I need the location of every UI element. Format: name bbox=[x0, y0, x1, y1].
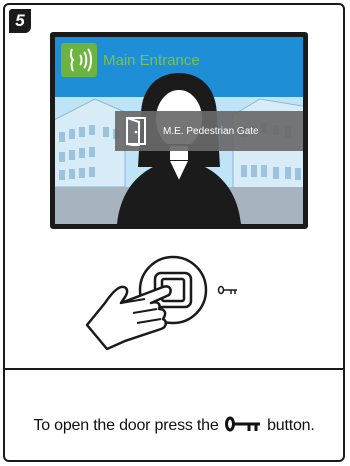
pointing-hand-icon bbox=[85, 255, 237, 351]
key-icon bbox=[217, 285, 237, 295]
gate-label: M.E. Pedestrian Gate bbox=[163, 125, 259, 137]
instruction-text: To open the door press the button. bbox=[5, 416, 343, 435]
key-icon bbox=[224, 416, 260, 432]
door-icon bbox=[126, 116, 146, 146]
speaking-head-icon bbox=[61, 43, 97, 77]
step-card: 5 Main Entrance M.E. Pedestrian Gate To … bbox=[3, 3, 345, 462]
screen-title: Main Entrance bbox=[103, 51, 200, 69]
section-divider bbox=[5, 368, 343, 370]
gate-banner[interactable]: M.E. Pedestrian Gate bbox=[115, 111, 303, 151]
instruction-before: To open the door press the bbox=[33, 417, 219, 434]
screen-header: Main Entrance bbox=[61, 43, 200, 77]
step-badge: 5 bbox=[9, 9, 31, 33]
intercom-screen: Main Entrance M.E. Pedestrian Gate bbox=[50, 32, 308, 229]
instruction-after: button. bbox=[267, 417, 315, 434]
